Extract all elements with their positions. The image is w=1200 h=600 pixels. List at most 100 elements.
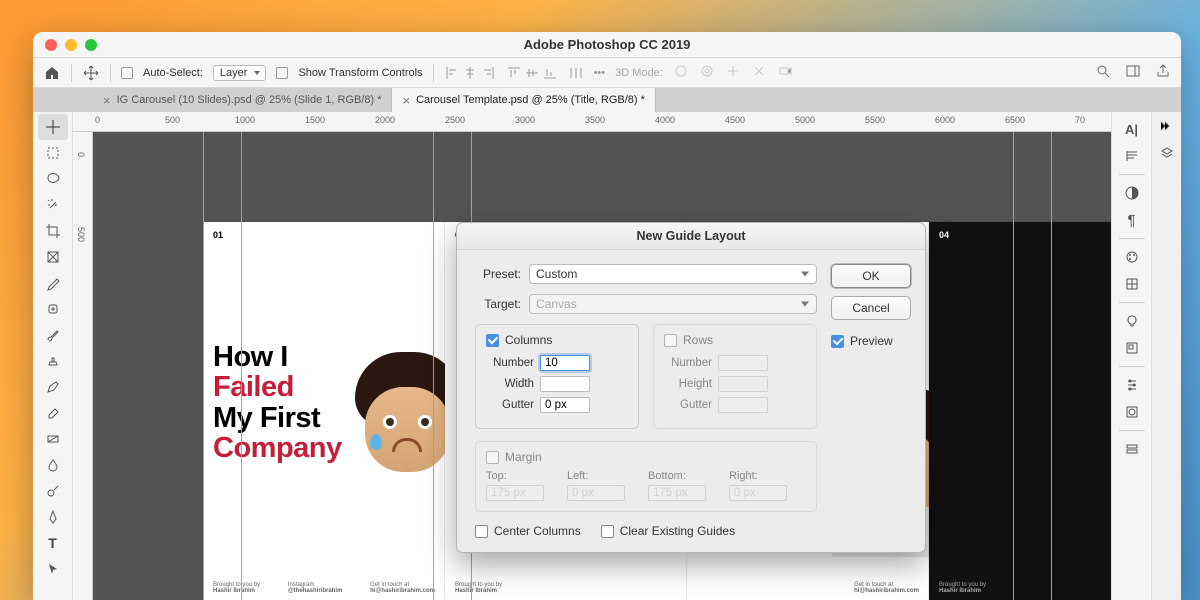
margin-bottom-input[interactable] [648,485,706,501]
3d-pan-icon[interactable] [725,63,741,82]
history-panel-icon[interactable] [1119,436,1145,462]
margin-checkbox[interactable] [486,451,499,464]
more-icon[interactable]: ••• [594,67,606,79]
adjustments-panel-icon[interactable] [1119,180,1145,206]
move-tool-icon[interactable] [82,64,100,82]
rows-checkbox[interactable] [664,334,677,347]
crop-tool[interactable] [38,218,68,244]
columns-fieldset: Columns Number Width Gutter [475,324,639,429]
center-columns-checkbox[interactable] [475,525,488,538]
layer-select[interactable]: Layer [213,65,267,81]
align-center-h-icon[interactable] [462,64,478,82]
blur-tool[interactable] [38,452,68,478]
3d-roll-icon[interactable] [699,63,715,82]
target-label: Target: [475,297,521,311]
distribute-icon[interactable] [568,64,584,82]
mask-panel-icon[interactable] [1119,399,1145,425]
glyphs-panel-icon[interactable]: ¶ [1119,207,1145,233]
columns-gutter-input[interactable] [540,397,590,413]
guide[interactable] [241,132,242,600]
horizontal-ruler[interactable]: 0 500 1000 1500 2000 2500 3000 3500 4000… [73,112,1111,132]
libraries-panel-icon[interactable] [1119,335,1145,361]
close-window-button[interactable] [45,39,57,51]
show-transform-checkbox[interactable] [276,67,288,79]
slide-credits: Brought to you byHashir Ibrahim [455,582,677,594]
brush-tool[interactable] [38,322,68,348]
home-icon[interactable] [43,64,61,82]
close-tab-icon[interactable]: × [103,93,111,108]
cancel-button[interactable]: Cancel [831,296,911,320]
type-tool[interactable]: T [38,530,68,556]
pen-tool[interactable] [38,504,68,530]
workspace-icon[interactable] [1125,63,1141,82]
rows-height-input[interactable] [718,376,768,392]
guide[interactable] [203,132,204,600]
auto-select-label: Auto-Select: [143,67,203,79]
3d-orbit-icon[interactable] [673,63,689,82]
preview-label: Preview [850,334,893,348]
rows-number-input[interactable] [718,355,768,371]
3d-camera-icon[interactable] [777,63,793,82]
minimize-window-button[interactable] [65,39,77,51]
tab-carousel-template[interactable]: × Carousel Template.psd @ 25% (Title, RG… [392,88,655,112]
align-right-icon[interactable] [480,64,496,82]
preset-select[interactable]: Custom [529,264,817,284]
clone-stamp-tool[interactable] [38,348,68,374]
align-left-icon[interactable] [444,64,460,82]
tab-label: IG Carousel (10 Slides).psd @ 25% (Slide… [117,94,382,106]
margin-right-input[interactable] [729,485,787,501]
swatches-panel-icon[interactable] [1119,271,1145,297]
move-tool[interactable] [38,114,68,140]
rows-gutter-input[interactable] [718,397,768,413]
clear-guides-label: Clear Existing Guides [620,524,735,538]
margin-right-label: Right: [729,470,806,482]
guide[interactable] [433,132,434,600]
paragraph-panel-icon[interactable] [1119,143,1145,169]
vertical-ruler[interactable]: 0 500 [73,132,93,600]
frame-tool[interactable] [38,244,68,270]
columns-number-label: Number [486,357,534,369]
dodge-tool[interactable] [38,478,68,504]
learn-panel-icon[interactable] [1119,308,1145,334]
align-top-icon[interactable] [506,64,522,82]
lasso-tool[interactable] [38,166,68,192]
align-center-v-icon[interactable] [524,64,540,82]
ruler-tick: 4000 [655,115,675,125]
3d-slide-icon[interactable] [751,63,767,82]
healing-tool[interactable] [38,296,68,322]
tab-ig-carousel[interactable]: × IG Carousel (10 Slides).psd @ 25% (Sli… [93,88,392,112]
expand-panels-icon[interactable] [1159,118,1175,139]
guide[interactable] [1051,132,1052,600]
close-tab-icon[interactable]: × [402,93,410,108]
eraser-tool[interactable] [38,400,68,426]
tab-label: Carousel Template.psd @ 25% (Title, RGB/… [416,94,645,106]
preview-checkbox[interactable] [831,335,844,348]
history-brush-tool[interactable] [38,374,68,400]
3d-mode-label: 3D Mode: [615,67,663,79]
search-icon[interactable] [1095,63,1111,82]
ok-button[interactable]: OK [831,264,911,288]
align-bottom-icon[interactable] [542,64,558,82]
gradient-tool[interactable] [38,426,68,452]
slide-number: 04 [939,230,949,240]
path-selection-tool[interactable] [38,556,68,582]
character-panel-icon[interactable]: A| [1119,116,1145,142]
clear-guides-checkbox[interactable] [601,525,614,538]
columns-width-input[interactable] [540,376,590,392]
margin-top-input[interactable] [486,485,544,501]
magic-wand-tool[interactable] [38,192,68,218]
color-panel-icon[interactable] [1119,244,1145,270]
layers-panel-icon[interactable] [1159,145,1175,166]
properties-panel-icon[interactable] [1119,372,1145,398]
maximize-window-button[interactable] [85,39,97,51]
auto-select-checkbox[interactable] [121,67,133,79]
columns-number-input[interactable] [540,355,590,371]
slide-credits: Get in touch athi@hashiribrahim.com [697,582,919,594]
eyedropper-tool[interactable] [38,270,68,296]
columns-checkbox[interactable] [486,334,499,347]
target-select[interactable]: Canvas [529,294,817,314]
margin-left-input[interactable] [567,485,625,501]
guide[interactable] [1013,132,1014,600]
share-icon[interactable] [1155,63,1171,82]
marquee-tool[interactable] [38,140,68,166]
